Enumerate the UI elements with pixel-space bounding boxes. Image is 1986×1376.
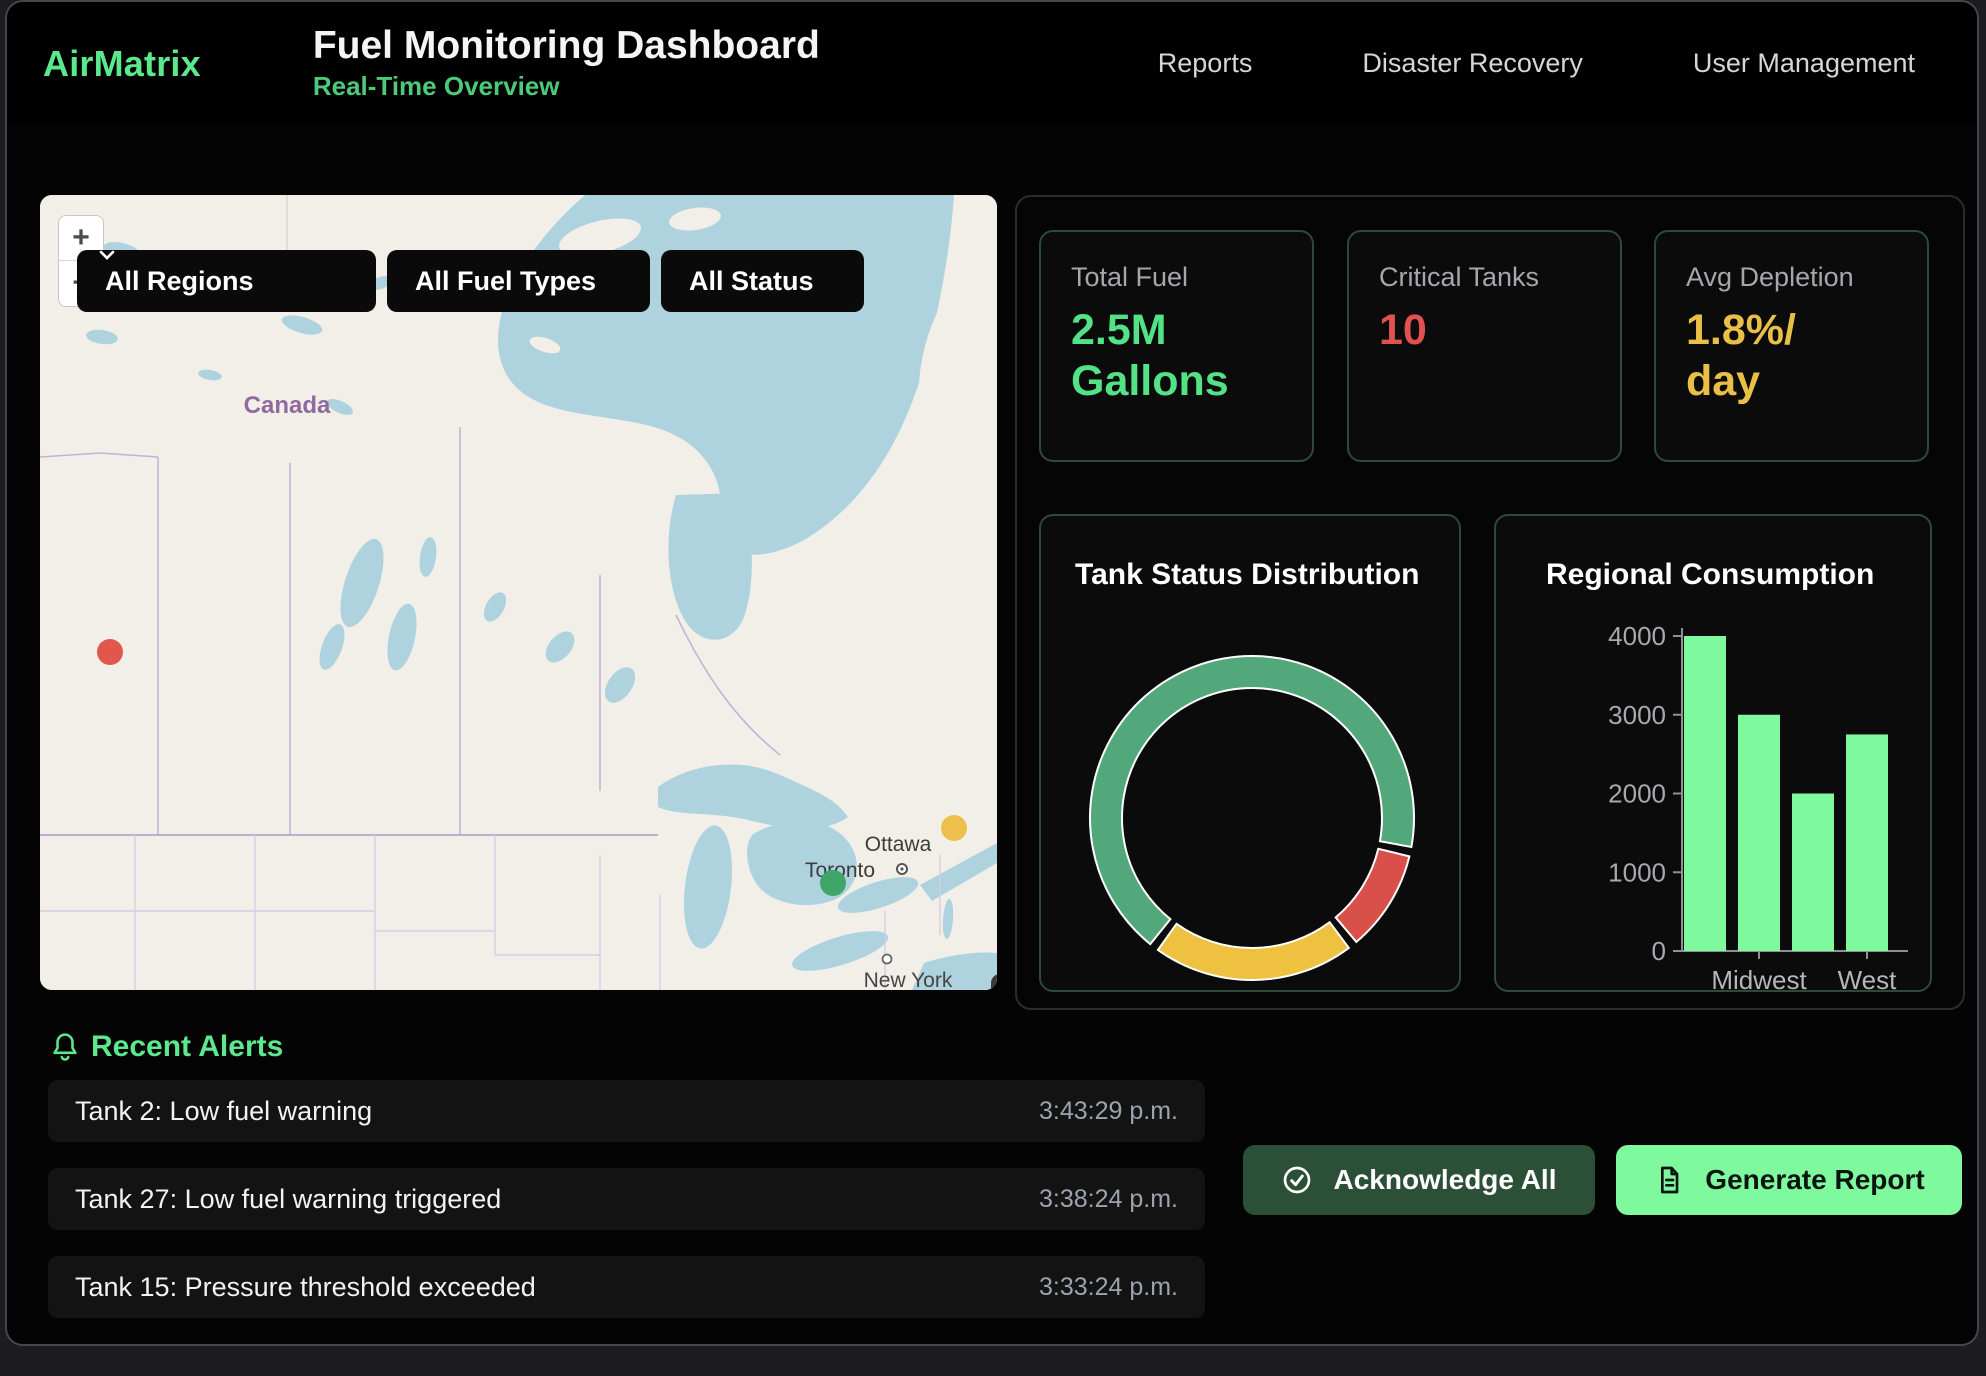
alerts-section-title: Recent Alerts [91,1030,283,1064]
bar-3 [1792,794,1834,952]
alert-time: 3:43:29 p.m. [1039,1097,1178,1126]
metrics-panel: Total Fuel 2.5MGallons Critical Tanks 10… [1015,195,1965,1010]
acknowledge-all-button[interactable]: Acknowledge All [1243,1145,1595,1215]
alert-row-2[interactable]: Tank 27: Low fuel warning triggered 3:38… [48,1168,1205,1230]
donut-segment-red [1336,849,1410,942]
page-subtitle: Real-Time Overview [313,71,820,102]
map-label-canada: Canada [244,392,331,419]
generate-report-button[interactable]: Generate Report [1616,1145,1962,1215]
bar-1 [1684,636,1726,951]
map-filters: All Regions All Fuel Types All Status [77,250,864,312]
newyork-town-dot [883,955,892,964]
stat-card-avg-depletion: Avg Depletion 1.8%/day [1654,230,1929,462]
fuel-tank-map[interactable]: Canada Ottawa Toronto New York + − All R… [40,195,997,990]
stat-value: 2.5MGallons [1071,305,1282,406]
x-tick-label: West [1838,965,1898,990]
region-filter-dropdown[interactable]: All Regions [77,250,376,312]
fuel-type-filter-dropdown[interactable]: All Fuel Types [387,250,650,312]
header: AirMatrix Fuel Monitoring Dashboard Real… [7,2,1977,125]
y-tick-label: 3000 [1608,700,1666,730]
alert-text: Tank 27: Low fuel warning triggered [75,1184,501,1215]
chevron-down-icon [99,250,115,260]
alert-row-1[interactable]: Tank 2: Low fuel warning 3:43:29 p.m. [48,1080,1205,1142]
check-circle-icon [1281,1164,1313,1196]
status-filter-value: All Status [689,266,814,297]
y-tick-label: 4000 [1608,621,1666,651]
stat-card-critical-tanks: Critical Tanks 10 [1347,230,1622,462]
main-nav: Reports Disaster Recovery User Managemen… [1158,48,1915,79]
tank-marker-critical[interactable] [97,639,123,665]
generate-report-label: Generate Report [1705,1164,1924,1196]
alert-text: Tank 15: Pressure threshold exceeded [75,1272,536,1303]
stat-value: 10 [1379,305,1590,356]
nav-disaster-recovery[interactable]: Disaster Recovery [1362,48,1583,79]
report-document-icon [1653,1164,1685,1196]
map-canvas: Canada Ottawa Toronto New York [40,195,997,990]
page-title: Fuel Monitoring Dashboard [313,25,820,68]
donut-segment-yellow [1158,922,1349,980]
alert-time: 3:38:24 p.m. [1039,1185,1178,1214]
alert-time: 3:33:24 p.m. [1039,1273,1178,1302]
map-label-newyork: New York [864,969,953,990]
title-block: Fuel Monitoring Dashboard Real-Time Over… [313,25,820,103]
bar-4 [1846,734,1888,951]
y-tick-label: 2000 [1608,779,1666,809]
alert-row-3[interactable]: Tank 15: Pressure threshold exceeded 3:3… [48,1256,1205,1318]
chart-title: Regional Consumption [1546,558,1874,592]
stat-value: 1.8%/day [1686,305,1897,406]
stat-label: Critical Tanks [1379,262,1590,293]
bar-2 [1738,715,1780,951]
nav-reports[interactable]: Reports [1158,48,1253,79]
app-logo: AirMatrix [43,43,201,85]
chart-title: Tank Status Distribution [1075,558,1419,592]
y-tick-label: 0 [1652,936,1666,966]
stat-label: Total Fuel [1071,262,1282,293]
tank-marker-normal[interactable] [820,870,846,896]
y-tick-label: 1000 [1608,857,1666,887]
tank-status-chart-card: Tank Status Distribution [1039,514,1461,992]
bell-icon [49,1030,81,1066]
alert-text: Tank 2: Low fuel warning [75,1096,372,1127]
region-filter-value: All Regions [105,266,254,297]
regional-consumption-chart-card: Regional Consumption 0 1000 2000 3000 4000 Mi… [1494,514,1932,992]
fuel-type-filter-value: All Fuel Types [415,266,596,297]
stat-label: Avg Depletion [1686,262,1897,293]
nav-user-management[interactable]: User Management [1693,48,1915,79]
tank-marker-warning[interactable] [941,815,967,841]
map-label-ottawa: Ottawa [865,833,932,856]
x-tick-label: Midwest [1711,965,1807,990]
stat-card-total-fuel: Total Fuel 2.5MGallons [1039,230,1314,462]
ottawa-town-dot-core [900,867,903,870]
status-filter-dropdown[interactable]: All Status [661,250,864,312]
dashboard-window: AirMatrix Fuel Monitoring Dashboard Real… [5,0,1979,1346]
acknowledge-all-label: Acknowledge All [1333,1164,1556,1196]
